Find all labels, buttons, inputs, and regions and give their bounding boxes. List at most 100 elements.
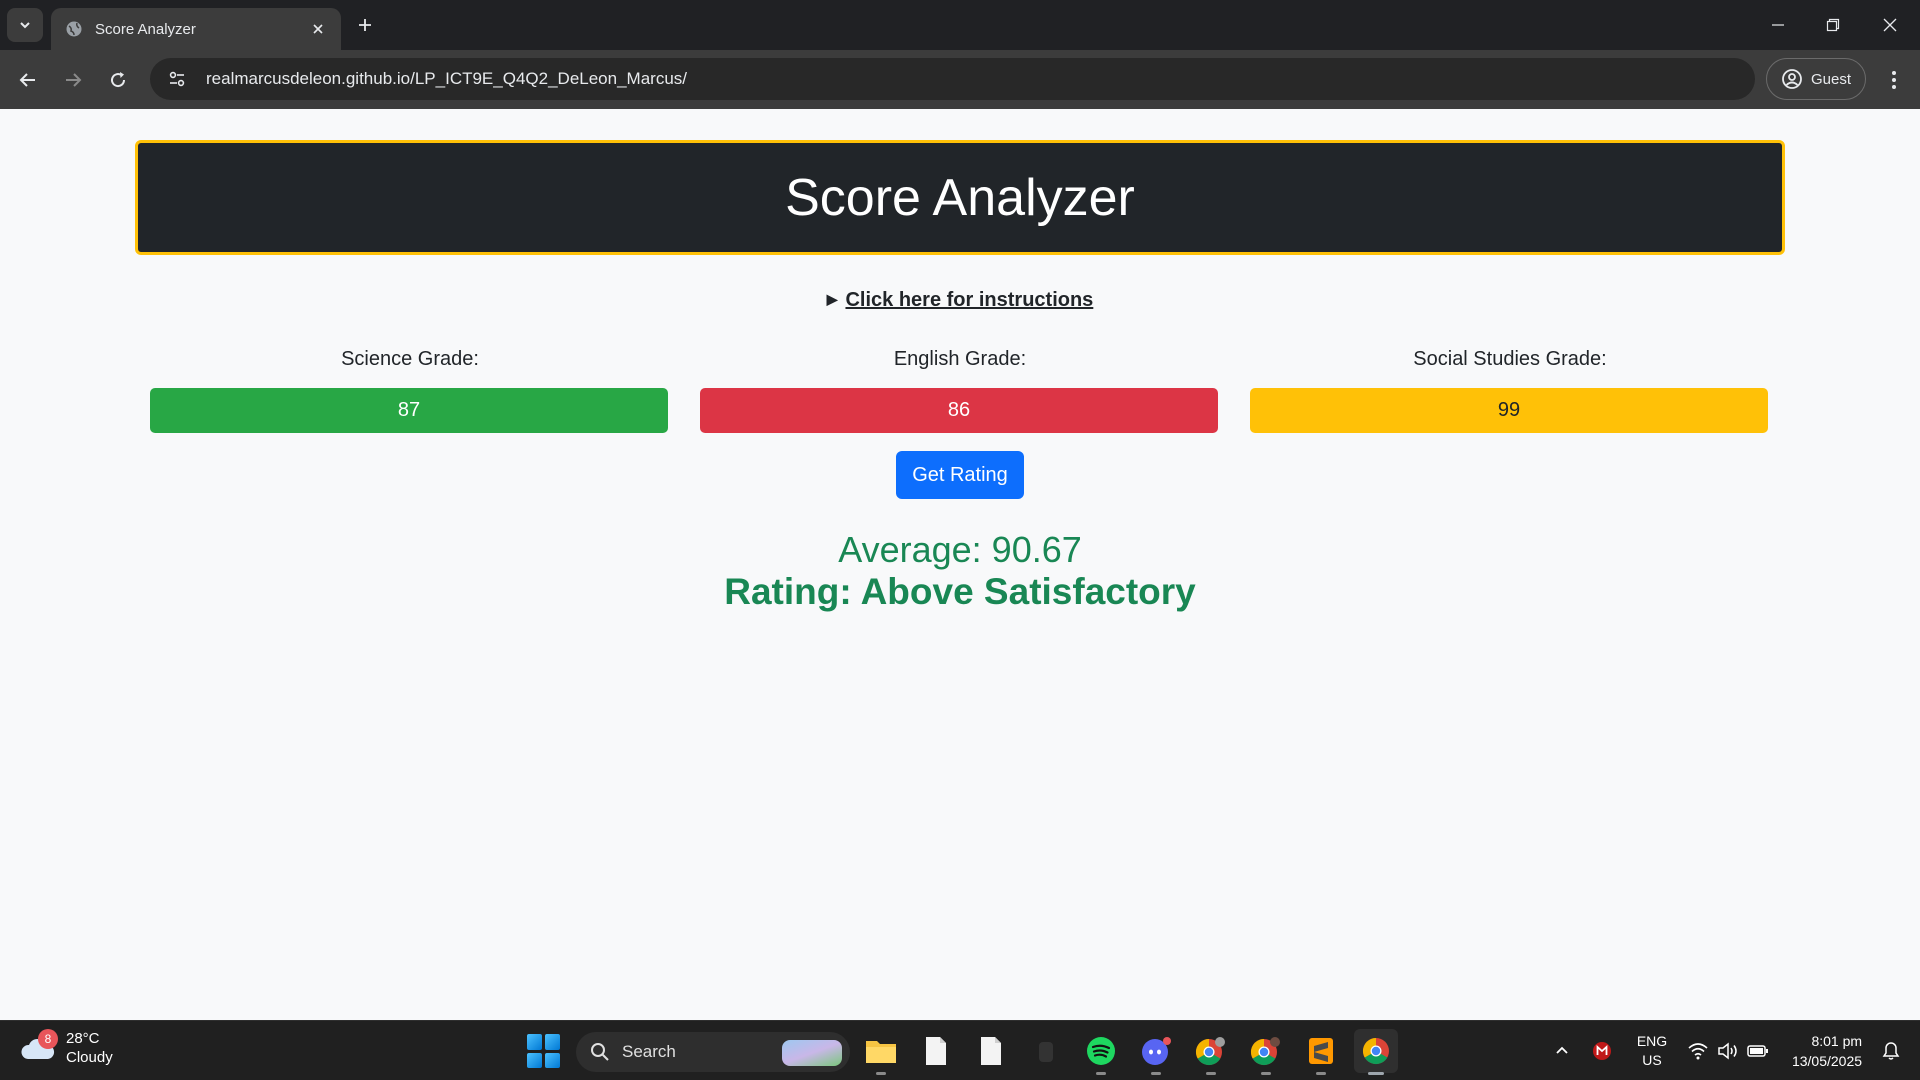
running-indicator: [1096, 1072, 1106, 1075]
close-icon: [313, 24, 323, 34]
search-label: Search: [622, 1042, 676, 1061]
tab-close-button[interactable]: [309, 20, 327, 38]
science-grade-label: Science Grade:: [341, 348, 479, 370]
app-icon: [1039, 1042, 1053, 1062]
weather-desc: Cloudy: [66, 1049, 113, 1066]
running-indicator: [876, 1072, 886, 1075]
taskbar-chrome-profile-1[interactable]: [1189, 1029, 1233, 1075]
folder-icon: [866, 1041, 896, 1063]
document-icon: [926, 1037, 946, 1065]
document-icon: [981, 1037, 1001, 1065]
taskbar-chrome-profile-2[interactable]: [1244, 1029, 1288, 1075]
url-host: realmarcusdeleon.github.io: [206, 69, 411, 88]
chevron-up-icon: [1556, 1046, 1568, 1054]
profile-label: Guest: [1811, 70, 1852, 88]
region-code: US: [1642, 1052, 1662, 1068]
tray-wifi[interactable]: [1684, 1021, 1712, 1080]
wifi-icon: [1688, 1043, 1708, 1060]
chevron-down-icon: [20, 22, 30, 29]
taskbar-spotify[interactable]: [1079, 1029, 1123, 1075]
instructions-toggle[interactable]: ▶ Click here for instructions: [0, 289, 1920, 312]
chrome-icon: [1362, 1037, 1389, 1065]
more-vertical-icon: [1892, 71, 1896, 89]
sublime-text-icon: [1309, 1038, 1333, 1064]
back-button[interactable]: [12, 64, 44, 96]
browser-toolbar: realmarcusdeleon.github.io/LP_ICT9E_Q4Q2…: [0, 50, 1920, 109]
taskbar-chrome[interactable]: [1354, 1029, 1398, 1075]
language-code: ENG: [1636, 1033, 1668, 1049]
running-indicator: [1316, 1072, 1326, 1075]
running-indicator: [1151, 1072, 1161, 1075]
cloud-icon: 8: [20, 1029, 58, 1063]
close-icon: [1883, 18, 1897, 32]
taskbar-discord[interactable]: [1134, 1029, 1178, 1075]
new-tab-button[interactable]: [352, 12, 378, 38]
url-text: realmarcusdeleon.github.io/LP_ICT9E_Q4Q2…: [206, 69, 687, 89]
tab-title: Score Analyzer: [95, 20, 196, 38]
english-grade-input[interactable]: 86: [700, 388, 1218, 433]
browser-menu-button[interactable]: [1880, 64, 1908, 96]
windows-logo-tile: [545, 1052, 560, 1068]
battery-icon: [1747, 1045, 1768, 1057]
profile-button[interactable]: Guest: [1766, 58, 1866, 100]
science-grade-input[interactable]: 87: [150, 388, 668, 433]
english-grade-label: English Grade:: [893, 348, 1027, 370]
show-hidden-icons-button[interactable]: [1548, 1021, 1576, 1080]
taskbar-sublime-text[interactable]: [1299, 1029, 1343, 1075]
windows-logo-tile: [545, 1034, 560, 1050]
minimize-button[interactable]: [1756, 8, 1800, 42]
taskbar-clock[interactable]: 8:01 pm 13/05/2025: [1782, 1021, 1872, 1080]
clock-date: 13/05/2025: [1791, 1053, 1863, 1069]
forward-button[interactable]: [57, 64, 89, 96]
taskbar-notepad-1[interactable]: [914, 1029, 958, 1073]
spotify-icon: [1087, 1037, 1115, 1065]
address-bar[interactable]: realmarcusdeleon.github.io/LP_ICT9E_Q4Q2…: [150, 58, 1755, 100]
clock-time: 8:01 pm: [1811, 1033, 1863, 1049]
social-studies-grade-label: Social Studies Grade:: [1413, 348, 1607, 370]
search-highlight-image: [782, 1040, 842, 1066]
taskbar-app[interactable]: [1024, 1029, 1068, 1073]
restore-icon: [1826, 18, 1840, 32]
tab-search-button[interactable]: [7, 8, 43, 42]
language-text: ENG US: [1637, 1032, 1667, 1070]
browser-tab[interactable]: Score Analyzer: [51, 8, 341, 50]
weather-badge: 8: [38, 1029, 58, 1049]
weather-text: 28°C Cloudy: [66, 1029, 113, 1067]
language-indicator[interactable]: ENG US: [1630, 1021, 1674, 1080]
globe-icon: [66, 21, 82, 37]
page-header: Score Analyzer: [135, 140, 1785, 255]
triangle-right-icon: ▶: [826, 291, 838, 307]
running-indicator: [1261, 1072, 1271, 1075]
reload-icon: [111, 72, 126, 88]
chrome-icon: [1250, 1037, 1280, 1066]
taskbar-notepad-2[interactable]: [969, 1029, 1013, 1073]
windows-logo-tile: [527, 1052, 542, 1068]
rating-result: Rating: Above Satisfactory: [724, 571, 1196, 612]
tray-battery[interactable]: [1744, 1021, 1772, 1080]
weather-widget[interactable]: 8 28°C Cloudy: [20, 1029, 113, 1067]
windows-logo-tile: [527, 1034, 542, 1050]
social-studies-grade-input[interactable]: 99: [1250, 388, 1768, 433]
clock-text: 8:01 pm 13/05/2025: [1792, 1031, 1862, 1071]
site-info-button[interactable]: [162, 64, 192, 94]
science-grade-group: Science Grade: 87: [150, 348, 670, 433]
tray-volume[interactable]: [1714, 1021, 1742, 1080]
arrow-right-icon: [66, 73, 82, 87]
get-rating-button[interactable]: Get Rating: [896, 451, 1024, 499]
running-indicator: [1368, 1072, 1384, 1075]
volume-icon: [1718, 1042, 1737, 1060]
running-indicator: [1206, 1072, 1216, 1075]
taskbar-file-explorer[interactable]: [859, 1029, 903, 1075]
reload-button[interactable]: [102, 64, 134, 96]
instructions-link[interactable]: Click here for instructions: [845, 289, 1093, 311]
notification-center-button[interactable]: [1876, 1021, 1906, 1080]
taskbar-search[interactable]: Search: [576, 1032, 850, 1072]
tray-mcafee[interactable]: [1588, 1021, 1616, 1080]
page-title: Score Analyzer: [785, 168, 1135, 227]
restore-button[interactable]: [1811, 8, 1855, 42]
notification-icon: [1882, 1042, 1900, 1060]
start-button[interactable]: [527, 1034, 561, 1068]
account-circle-icon: [1782, 69, 1802, 89]
arrow-left-icon: [19, 73, 35, 87]
close-window-button[interactable]: [1868, 8, 1912, 42]
